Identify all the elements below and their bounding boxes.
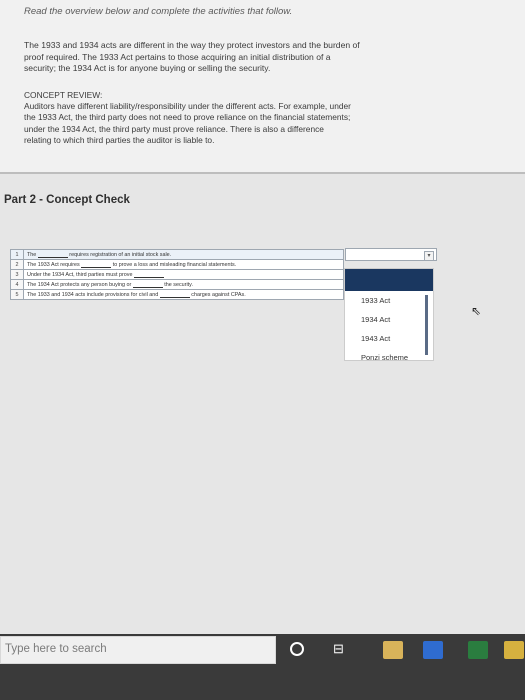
table-row: 4 The 1934 Act protects any person buyin… [10, 279, 344, 290]
row-part-b: to prove a loss and misleading financial… [112, 261, 237, 268]
row-part-a: The 1933 and 1934 acts include provision… [27, 291, 159, 298]
dropdown-option[interactable]: Ponzi scheme [361, 353, 408, 362]
cortana-icon[interactable] [290, 642, 304, 656]
row-part-a: The [27, 251, 37, 258]
task-view-icon[interactable]: ⊟ [333, 641, 344, 657]
row-text: The requires registration of an initial … [23, 249, 344, 260]
concept-line: the 1933 Act, the third party does not n… [24, 112, 351, 123]
row-part-b: the security. [164, 281, 193, 288]
concept-check-table: 1 The requires registration of an initia… [10, 249, 344, 300]
answer-blank[interactable] [159, 292, 190, 298]
table-row: 2 The 1933 Act requires to prove a loss … [10, 259, 344, 270]
dropdown-option[interactable]: 1934 Act [361, 315, 390, 324]
overview-line: proof required. The 1933 Act pertains to… [24, 51, 331, 62]
store-icon[interactable] [423, 641, 443, 659]
concept-line: Auditors have different liability/respon… [24, 101, 351, 112]
dropdown-scrollbar[interactable] [425, 295, 428, 355]
answer-blank[interactable] [133, 272, 164, 278]
row-part-a: Under the 1934 Act, third parties must p… [27, 271, 133, 278]
row-part-a: The 1933 Act requires [27, 261, 80, 268]
app-icon[interactable] [468, 641, 488, 659]
row-number: 4 [10, 279, 24, 290]
table-row: 1 The requires registration of an initia… [10, 249, 344, 260]
overview-panel: Read the overview below and complete the… [0, 0, 525, 172]
answer-dropdown[interactable]: ▾ [345, 248, 437, 261]
row-number: 1 [10, 249, 24, 260]
part-title: Part 2 - Concept Check [4, 194, 130, 206]
dropdown-option[interactable]: 1933 Act [361, 296, 390, 305]
overview-line: The 1933 and 1934 acts are different in … [24, 40, 360, 50]
search-placeholder: Type here to search [5, 643, 107, 655]
concept-review: CONCEPT REVIEW: Auditors have different … [24, 90, 454, 146]
overview-line: security; the 1934 Act is for anyone buy… [24, 63, 271, 73]
concept-line: under the 1934 Act, the third party must… [24, 123, 324, 134]
taskbar-search[interactable]: Type here to search [0, 636, 276, 664]
chevron-down-icon[interactable]: ▾ [424, 251, 434, 261]
dropdown-list-header [345, 269, 433, 291]
row-text: The 1933 Act requires to prove a loss an… [23, 259, 344, 270]
answer-blank[interactable] [81, 262, 112, 268]
mouse-cursor-icon: ⇖ [471, 304, 482, 318]
dropdown-option[interactable]: 1943 Act [361, 334, 390, 343]
concept-review-heading: CONCEPT REVIEW: [24, 90, 103, 100]
row-text: The 1934 Act protects any person buying … [23, 279, 344, 290]
row-text: The 1933 and 1934 acts include provision… [23, 289, 344, 300]
dropdown-list[interactable]: 1933 Act 1934 Act 1943 Act Ponzi scheme [344, 268, 434, 362]
table-row: 3 Under the 1934 Act, third parties must… [10, 269, 344, 280]
section-divider [0, 172, 525, 174]
concept-line: relating to which third parties the audi… [24, 134, 215, 145]
row-part-b: requires registration of an initial stoc… [69, 251, 172, 258]
table-row: 5 The 1933 and 1934 acts include provisi… [10, 289, 344, 300]
row-text: Under the 1934 Act, third parties must p… [23, 269, 344, 280]
row-part-b: charges against CPAs. [191, 291, 246, 298]
file-explorer-icon[interactable] [383, 641, 403, 659]
answer-blank[interactable] [132, 282, 163, 288]
row-number: 2 [10, 259, 24, 270]
overview-paragraph: The 1933 and 1934 acts are different in … [24, 40, 454, 75]
app-icon[interactable] [504, 641, 524, 659]
row-number: 5 [10, 289, 24, 300]
answer-blank[interactable] [37, 252, 68, 258]
row-part-a: The 1934 Act protects any person buying … [27, 281, 132, 288]
row-number: 3 [10, 269, 24, 280]
screen: Read the overview below and complete the… [0, 0, 525, 700]
instructions-text: Read the overview below and complete the… [24, 6, 293, 17]
